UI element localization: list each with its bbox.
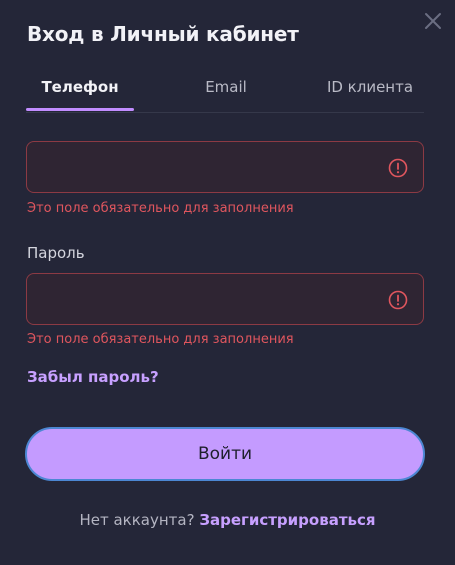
phone-field[interactable] (26, 141, 424, 193)
register-link[interactable]: Зарегистрироваться (199, 511, 375, 529)
phone-input[interactable] (27, 142, 423, 192)
password-field[interactable] (26, 273, 424, 325)
tab-phone[interactable]: Телефон (26, 78, 134, 112)
password-label: Пароль (27, 244, 85, 262)
warning-icon (388, 290, 408, 310)
close-icon[interactable] (422, 10, 444, 32)
phone-error-message: Это поле обязательно для заполнения (27, 201, 294, 216)
register-prompt: Нет аккаунта? Зарегистрироваться (0, 511, 455, 529)
tab-client-id[interactable]: ID клиента (316, 78, 424, 112)
password-input[interactable] (27, 274, 423, 324)
login-modal: Вход в Личный кабинет Телефон Email ID к… (0, 0, 455, 565)
no-account-text: Нет аккаунта? (79, 511, 195, 529)
warning-icon (388, 158, 408, 178)
tab-email[interactable]: Email (176, 78, 276, 112)
login-tabs: Телефон Email ID клиента (26, 78, 424, 113)
modal-title: Вход в Личный кабинет (27, 22, 299, 46)
login-button[interactable]: Войти (25, 427, 425, 481)
forgot-password-link[interactable]: Забыл пароль? (27, 368, 159, 386)
active-tab-indicator (26, 108, 134, 111)
password-error-message: Это поле обязательно для заполнения (27, 332, 294, 347)
